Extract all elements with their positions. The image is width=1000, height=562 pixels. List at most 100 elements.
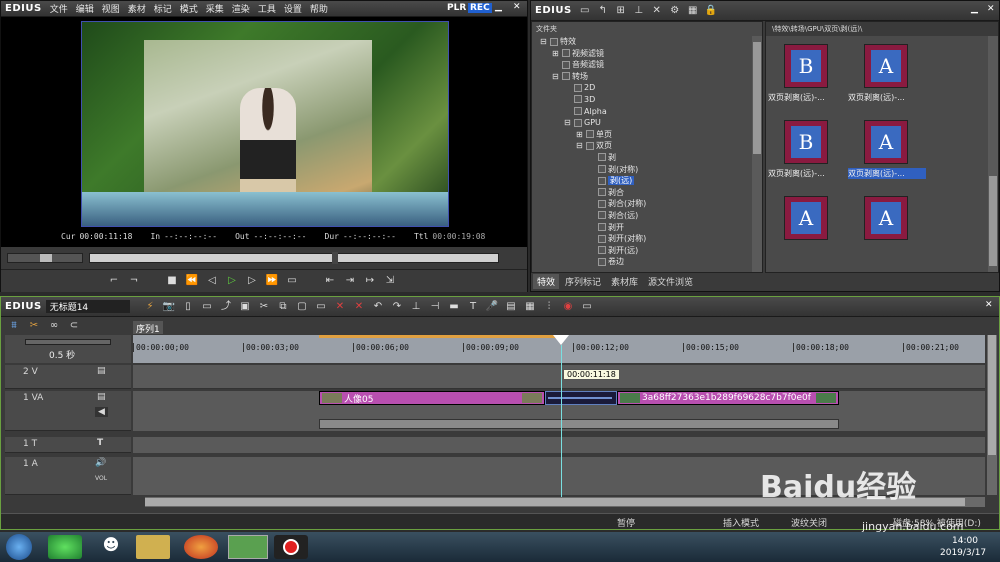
add-marker-icon[interactable]: ⊥ bbox=[407, 299, 425, 315]
menu-help[interactable]: 帮助 bbox=[306, 2, 332, 15]
shuttle-bar[interactable] bbox=[7, 253, 83, 263]
effect-thumbnail[interactable]: A 双页剥离(远)-... bbox=[848, 44, 926, 116]
clock-date[interactable]: 2019/3/17 bbox=[940, 548, 986, 558]
mixer-icon[interactable]: ⫶ bbox=[540, 299, 558, 315]
tab-source-browser[interactable]: 源文件浏览 bbox=[644, 274, 698, 289]
properties-icon[interactable]: ⚙ bbox=[666, 3, 684, 19]
new-folder-icon[interactable]: ⊞ bbox=[612, 3, 630, 19]
step-back-icon[interactable]: ◁ bbox=[203, 273, 221, 289]
tree-item[interactable]: 剥(对称) bbox=[540, 164, 762, 176]
tree-item[interactable]: ⊟ 双页 bbox=[540, 140, 762, 152]
play-icon[interactable]: ▷ bbox=[223, 273, 241, 289]
ripple-delete-icon[interactable]: ✕ bbox=[350, 299, 368, 315]
mode-icon[interactable]: ⚡ bbox=[141, 299, 159, 315]
mark-in-icon[interactable]: ⌐ bbox=[105, 273, 123, 289]
step-forward-icon[interactable]: ▷ bbox=[243, 273, 261, 289]
tree-item[interactable]: 音频滤镜 bbox=[540, 59, 762, 71]
tree-expander-icon[interactable]: ⊟ bbox=[564, 117, 574, 129]
sequence-tab[interactable]: 序列1 bbox=[133, 321, 163, 335]
taskbar-folder-icon[interactable] bbox=[136, 535, 170, 559]
tree-item[interactable]: 剥(远) bbox=[540, 175, 762, 187]
folder-icon[interactable]: ▭ bbox=[576, 3, 594, 19]
taskbar-app-1[interactable] bbox=[48, 535, 82, 559]
effects-close-icon[interactable]: ✕ bbox=[987, 4, 995, 14]
menu-mode[interactable]: 模式 bbox=[176, 2, 202, 15]
start-button[interactable] bbox=[6, 534, 32, 560]
menu-capture[interactable]: 采集 bbox=[202, 2, 228, 15]
voiceover-icon[interactable]: 🎤 bbox=[483, 299, 501, 315]
save-icon[interactable]: ▣ bbox=[236, 299, 254, 315]
effect-thumbnail[interactable]: A bbox=[768, 196, 846, 268]
speaker-icon[interactable]: 🔊 bbox=[95, 458, 106, 468]
tree-item[interactable]: 剥合(对称) bbox=[540, 198, 762, 210]
open-icon[interactable]: ▭ bbox=[198, 299, 216, 315]
tree-item[interactable]: Alpha bbox=[540, 106, 762, 118]
tab-bin[interactable]: 素材库 bbox=[607, 274, 643, 289]
menu-marker[interactable]: 标记 bbox=[150, 2, 176, 15]
title-icon[interactable]: T bbox=[464, 299, 482, 315]
effects-minimize-icon[interactable]: ▁ bbox=[971, 4, 978, 14]
tree-item[interactable]: 剥开(远) bbox=[540, 245, 762, 257]
vol-label[interactable]: VOL bbox=[95, 475, 107, 482]
apply-icon[interactable]: ⊥ bbox=[630, 3, 648, 19]
tree-scrollbar[interactable] bbox=[752, 36, 762, 272]
delete-icon[interactable]: ✕ bbox=[648, 3, 666, 19]
effect-thumbnail[interactable]: B 双页剥离(远)-... bbox=[768, 120, 846, 192]
fast-forward-icon[interactable]: ⏩ bbox=[263, 273, 281, 289]
close-icon[interactable]: ✕ bbox=[513, 2, 521, 12]
tree-item[interactable]: ⊞ 视频滤镜 bbox=[540, 48, 762, 60]
tree-item[interactable]: 剥合(远) bbox=[540, 210, 762, 222]
taskbar-firefox-icon[interactable] bbox=[184, 535, 218, 559]
tree-item[interactable]: 3D bbox=[540, 94, 762, 106]
menu-view[interactable]: 视图 bbox=[98, 2, 124, 15]
plr-button[interactable]: PLR bbox=[447, 3, 466, 13]
tree-expander-icon[interactable]: ⊞ bbox=[576, 129, 586, 141]
tree-item[interactable]: 剥 bbox=[540, 152, 762, 164]
track-va1-mute-icon[interactable]: ◀ bbox=[95, 407, 108, 417]
menu-file[interactable]: 文件 bbox=[46, 2, 72, 15]
tree-item[interactable]: ⊟ 特效 bbox=[540, 36, 762, 48]
tree-item[interactable]: ⊟ 转场 bbox=[540, 71, 762, 83]
link-icon[interactable]: ∞ bbox=[45, 319, 63, 333]
tree-expander-icon[interactable]: ⊟ bbox=[540, 36, 550, 48]
effect-thumbnail[interactable]: A bbox=[848, 196, 926, 268]
window-layout-icon[interactable]: ▭ bbox=[578, 299, 596, 315]
zoom-slider[interactable] bbox=[25, 339, 111, 345]
undo-icon[interactable]: ↶ bbox=[369, 299, 387, 315]
menu-edit[interactable]: 编辑 bbox=[72, 2, 98, 15]
track-va1-icon[interactable]: ▤ bbox=[97, 392, 106, 402]
group-icon[interactable]: ⊂ bbox=[65, 319, 83, 333]
grid-icon[interactable]: ▦ bbox=[521, 299, 539, 315]
track-v2-icon[interactable]: ▤ bbox=[97, 366, 106, 376]
export-icon[interactable]: ⤴ bbox=[217, 299, 235, 315]
jump-in-icon[interactable]: ⇤ bbox=[321, 273, 339, 289]
menu-render[interactable]: 渲染 bbox=[228, 2, 254, 15]
paste-icon[interactable]: ▢ bbox=[293, 299, 311, 315]
track-t1-area[interactable] bbox=[133, 437, 985, 453]
clock-icon[interactable]: ◉ bbox=[559, 299, 577, 315]
track-mode-icon[interactable]: ⩩ bbox=[5, 319, 23, 333]
tree-scroll-thumb[interactable] bbox=[753, 42, 761, 154]
zoom-level[interactable]: 0.5 秒 bbox=[49, 348, 75, 361]
menu-settings[interactable]: 设置 bbox=[280, 2, 306, 15]
playhead-handle[interactable] bbox=[553, 335, 569, 345]
sync-icon[interactable]: ✂ bbox=[25, 319, 43, 333]
rec-button[interactable]: REC bbox=[468, 3, 492, 13]
tree-expander-icon[interactable]: ⊞ bbox=[552, 48, 562, 60]
tree-item[interactable]: ⊞ 单页 bbox=[540, 129, 762, 141]
overwrite-icon[interactable]: ⇲ bbox=[381, 273, 399, 289]
clip-person05[interactable]: 人像05 bbox=[319, 391, 545, 405]
jump-out-icon[interactable]: ⇥ bbox=[341, 273, 359, 289]
transition-block[interactable] bbox=[545, 391, 617, 405]
rewind-icon[interactable]: ⏪ bbox=[183, 273, 201, 289]
stop-icon[interactable]: ■ bbox=[163, 273, 181, 289]
tab-effects[interactable]: 特效 bbox=[533, 274, 560, 289]
tree-item[interactable]: ⊟ GPU bbox=[540, 117, 762, 129]
taskbar-edius-icon[interactable] bbox=[228, 535, 268, 559]
clip-hash[interactable]: 3a68ff27363e1b289f69628c7b7f0e0f bbox=[617, 391, 839, 405]
menu-clip[interactable]: 素材 bbox=[124, 2, 150, 15]
track-v2-area[interactable] bbox=[133, 365, 985, 389]
menu-tools[interactable]: 工具 bbox=[254, 2, 280, 15]
lock-icon[interactable]: 🔒 bbox=[702, 3, 720, 19]
tab-sequence-markers[interactable]: 序列标记 bbox=[561, 274, 606, 289]
